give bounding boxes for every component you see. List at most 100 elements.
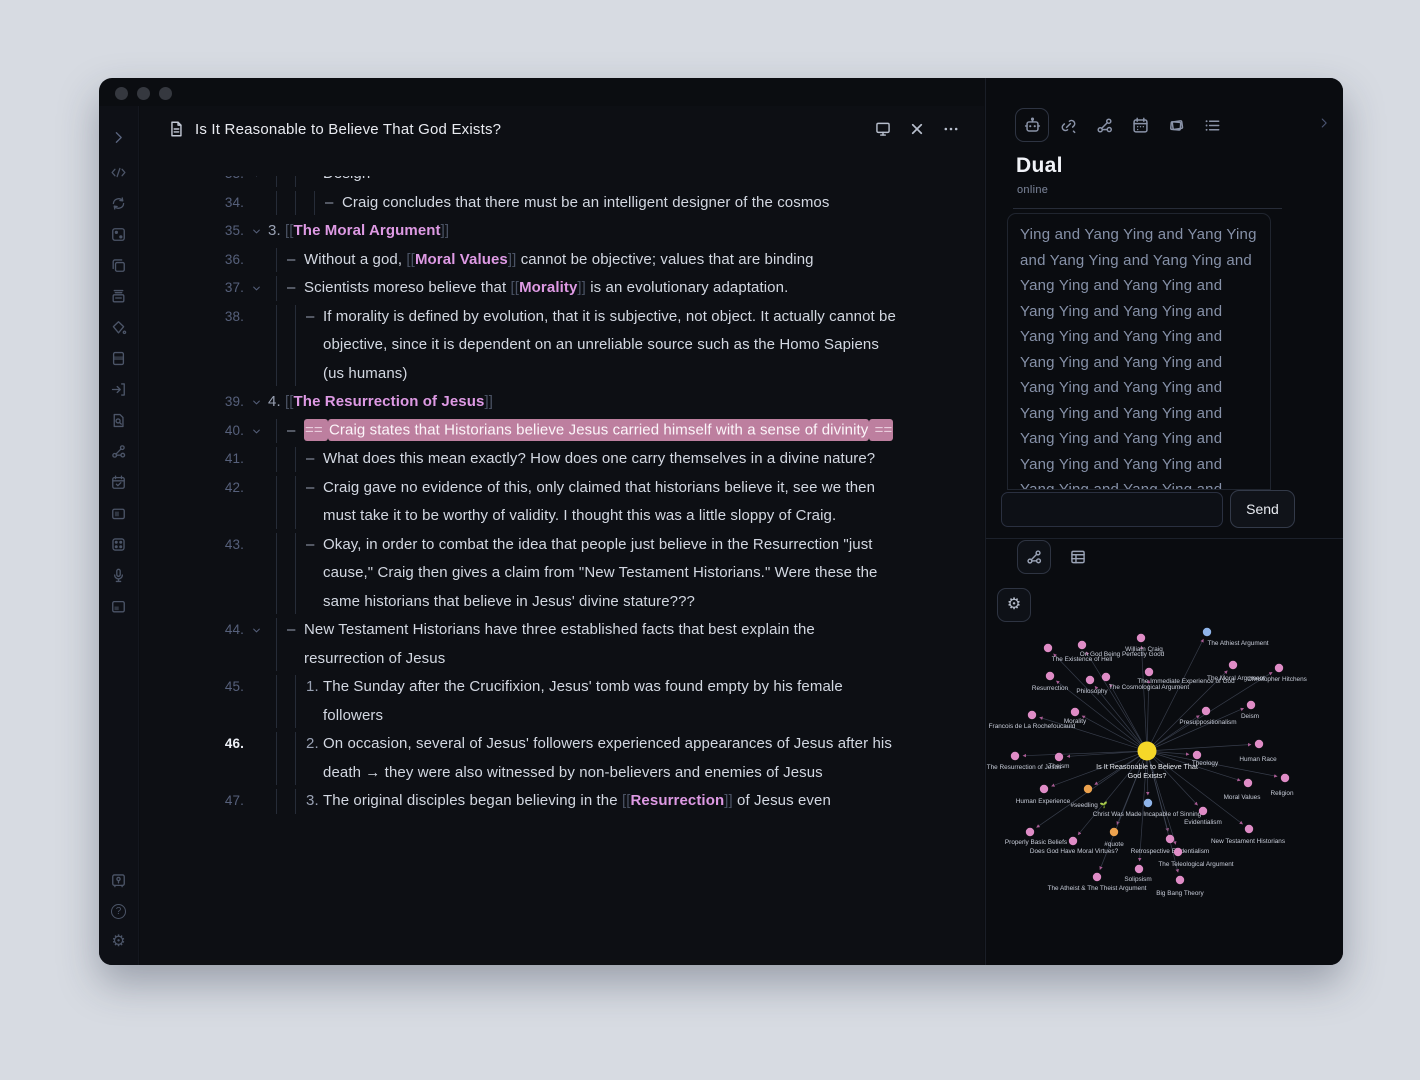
outline-row[interactable]: 37.–Scientists moreso believe that [[Mor… <box>140 274 984 303</box>
sync-off-icon[interactable] <box>110 194 128 212</box>
collapse-chevron-icon[interactable] <box>244 176 268 179</box>
outline-row[interactable]: 33.–Design <box>140 176 984 189</box>
outline-row[interactable]: 42.–Craig gave no evidence of this, only… <box>140 474 984 531</box>
import-icon[interactable] <box>110 380 128 398</box>
gear-icon: ⚙ <box>1007 597 1021 613</box>
knowledge-graph[interactable]: The Athiest ArgumentWilliam CraigOn God … <box>986 620 1343 965</box>
video-card-icon[interactable] <box>110 504 128 522</box>
calendar-check-icon[interactable] <box>110 473 128 491</box>
graph-node[interactable] <box>1071 708 1079 716</box>
gear-icon[interactable]: ⚙ <box>110 933 128 951</box>
file-search-icon[interactable] <box>110 411 128 429</box>
mic-icon[interactable] <box>110 566 128 584</box>
graph-node[interactable] <box>1093 873 1101 881</box>
panel-tab-calendar calendar-icon[interactable] <box>1123 108 1157 142</box>
graph-node[interactable] <box>1144 799 1152 807</box>
graph-node[interactable] <box>1229 661 1237 669</box>
graph-node[interactable] <box>1044 644 1052 652</box>
outline-row[interactable]: 46.2.On occasion, several of Jesus' foll… <box>140 730 984 787</box>
graph-node[interactable] <box>1166 835 1174 843</box>
code-icon[interactable] <box>110 163 128 181</box>
copy-cards-icon[interactable] <box>110 256 128 274</box>
graph-node[interactable] <box>1011 752 1019 760</box>
outline-row[interactable]: 35.3.[[The Moral Argument]] <box>140 217 984 246</box>
outline-row[interactable]: 34.–Craig concludes that there must be a… <box>140 189 984 218</box>
collapse-chevron-icon[interactable] <box>244 616 268 635</box>
graph-node[interactable] <box>1069 837 1077 845</box>
graph-branch-icon[interactable] <box>110 442 128 460</box>
graph-node[interactable] <box>1193 751 1201 759</box>
collapse-chevron-icon[interactable] <box>244 417 268 436</box>
graph-node[interactable] <box>1084 785 1092 793</box>
graph-tool-button graph-icon[interactable] <box>1017 540 1051 574</box>
graph-node[interactable] <box>1055 753 1063 761</box>
graph-node[interactable] <box>1086 676 1094 684</box>
window-close-dot[interactable] <box>115 87 128 100</box>
collapse-chevron-icon[interactable] <box>244 388 268 407</box>
graph-node[interactable] <box>1203 628 1211 636</box>
graph-node[interactable] <box>1247 701 1255 709</box>
more-icon[interactable] <box>942 120 960 138</box>
panel-tab-photo-cards photo-cards-icon[interactable] <box>1159 108 1193 142</box>
graph-node[interactable] <box>1245 825 1253 833</box>
outline-row[interactable]: 38.–If morality is defined by evolution,… <box>140 303 984 389</box>
graph-node[interactable] <box>1199 807 1207 815</box>
panel-tab-list-menu list-menu-icon[interactable] <box>1195 108 1229 142</box>
print-rows-icon[interactable] <box>110 287 128 305</box>
graph-node[interactable] <box>1275 664 1283 672</box>
help-icon[interactable]: ? <box>110 902 128 920</box>
panel-tab-graph graph-icon[interactable] <box>1087 108 1121 142</box>
graph-node[interactable] <box>1110 828 1118 836</box>
panel-tab-robot robot-icon[interactable] <box>1015 108 1049 142</box>
outline-row[interactable]: 45.1.The Sunday after the Crucifixion, J… <box>140 673 984 730</box>
graph-node[interactable] <box>1046 672 1054 680</box>
outline-row[interactable]: 41.–What does this mean exactly? How doe… <box>140 445 984 474</box>
collapse-panel-icon[interactable] <box>1317 116 1331 130</box>
dice-dots-icon[interactable] <box>110 535 128 553</box>
graph-node[interactable] <box>1028 711 1036 719</box>
layout-panel-icon[interactable] <box>110 597 128 615</box>
page-link[interactable]: Moral Values <box>415 251 508 268</box>
graph-node[interactable] <box>1174 848 1182 856</box>
graph-node[interactable] <box>1040 785 1048 793</box>
dictionary-icon[interactable] <box>110 349 128 367</box>
page-link[interactable]: Morality <box>519 279 577 296</box>
chat-message-box[interactable]: Ying and Yang Ying and Yang Ying and Yan… <box>1007 213 1271 490</box>
paint-gem-icon[interactable] <box>110 318 128 336</box>
table-grid-tool-button table-grid-icon[interactable] <box>1061 540 1095 574</box>
graph-node[interactable] <box>1026 828 1034 836</box>
outline-row[interactable]: 39.4.[[The Resurrection of Jesus]] <box>140 388 984 417</box>
graph-node[interactable] <box>1145 668 1153 676</box>
outline-row[interactable]: 47.3.The original disciples began believ… <box>140 787 984 816</box>
outline-row[interactable]: 43.–Okay, in order to combat the idea th… <box>140 531 984 617</box>
collapse-chevron-icon[interactable] <box>244 274 268 293</box>
graph-node[interactable] <box>1244 779 1252 787</box>
expand-sidebar-icon[interactable] <box>110 128 128 146</box>
chat-input[interactable] <box>1001 492 1223 527</box>
graph-center-node[interactable] <box>1138 742 1157 761</box>
page-link[interactable]: The Resurrection of Jesus <box>294 393 485 410</box>
close-icon[interactable] <box>908 120 926 138</box>
window-zoom-dot[interactable] <box>159 87 172 100</box>
graph-node[interactable] <box>1255 740 1263 748</box>
outline-row[interactable]: 44.–New Testament Historians have three … <box>140 616 984 673</box>
dice-icon[interactable] <box>110 225 128 243</box>
send-button[interactable]: Send <box>1230 490 1295 528</box>
graph-settings-button[interactable]: ⚙ <box>997 588 1031 622</box>
graph-node[interactable] <box>1135 865 1143 873</box>
vault-user-icon[interactable] <box>110 871 128 889</box>
graph-node[interactable] <box>1137 634 1145 642</box>
graph-node[interactable] <box>1102 673 1110 681</box>
graph-node[interactable] <box>1078 641 1086 649</box>
page-link[interactable]: Resurrection <box>631 792 725 809</box>
graph-node[interactable] <box>1176 876 1184 884</box>
window-minimize-dot[interactable] <box>137 87 150 100</box>
panel-tab-link link-icon[interactable] <box>1051 108 1085 142</box>
outline-row[interactable]: 40.–== Craig states that Historians beli… <box>140 417 984 446</box>
monitor-icon[interactable] <box>874 120 892 138</box>
graph-node[interactable] <box>1202 707 1210 715</box>
graph-node[interactable] <box>1281 774 1289 782</box>
page-link[interactable]: The Moral Argument <box>294 222 441 239</box>
outline-row[interactable]: 36.–Without a god, [[Moral Values]] cann… <box>140 246 984 275</box>
collapse-chevron-icon[interactable] <box>244 217 268 236</box>
